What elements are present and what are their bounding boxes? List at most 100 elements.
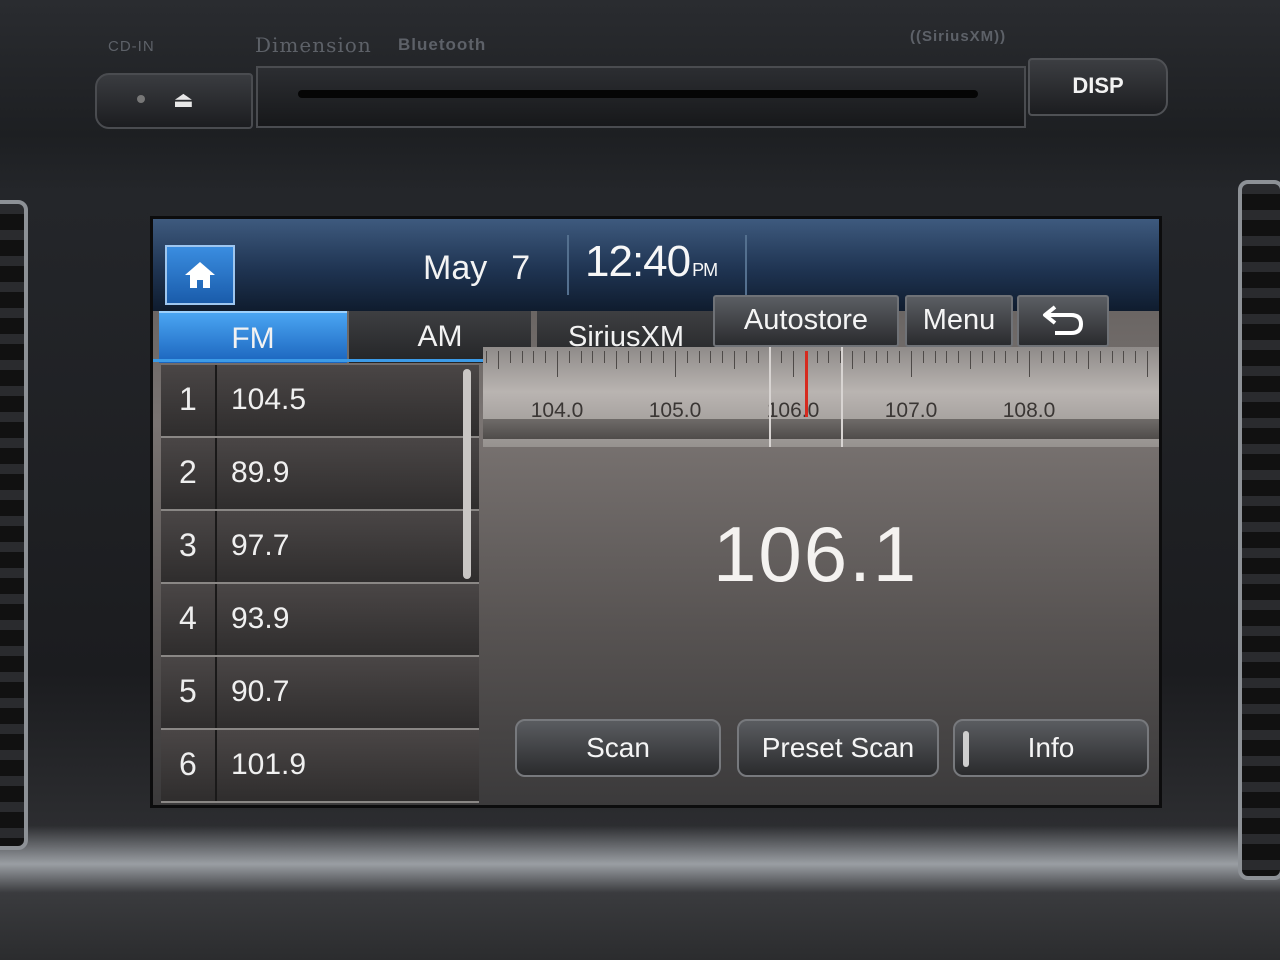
dial-tick (946, 351, 948, 363)
day: 7 (511, 249, 531, 287)
preset-5[interactable]: 5 90.7 (161, 657, 479, 730)
dial-tick (1099, 351, 1101, 363)
preset-frequency: 101.9 (231, 748, 307, 781)
dial-tick (993, 351, 995, 363)
dimension-logo: Dimension (255, 33, 372, 57)
info-button[interactable]: Info (953, 719, 1149, 777)
dial-tick (1029, 351, 1030, 377)
dial-label: 104.0 (530, 399, 584, 422)
current-frequency: 106.1 (713, 510, 919, 598)
preset-1[interactable]: 1 104.5 (161, 365, 479, 438)
tab-fm[interactable]: FM (159, 311, 347, 363)
preset-4[interactable]: 4 93.9 (161, 584, 479, 657)
dial-tick (545, 351, 547, 363)
divider (215, 730, 217, 801)
dial-tick (1017, 351, 1019, 363)
back-button[interactable] (1017, 295, 1109, 347)
preset-frequency: 89.9 (231, 456, 290, 489)
preset-frequency: 93.9 (231, 602, 290, 635)
indicator-dot (137, 95, 145, 103)
dial-tick (899, 351, 901, 363)
preset-frequency: 104.5 (231, 383, 307, 416)
menu-button[interactable]: Menu (905, 295, 1013, 347)
dial-tick (627, 351, 629, 363)
dial-tick (1123, 351, 1125, 363)
separator (567, 235, 569, 295)
preset-6[interactable]: 6 101.9 (161, 730, 479, 803)
dial-tick (1040, 351, 1042, 363)
cd-slit (298, 90, 978, 98)
cd-slot (256, 66, 1026, 128)
preset-2[interactable]: 2 89.9 (161, 438, 479, 511)
divider (215, 511, 217, 582)
preset-scan-button[interactable]: Preset Scan (737, 719, 939, 777)
separator (745, 235, 747, 295)
dial-tick (757, 351, 759, 363)
dial-tick (557, 351, 558, 377)
dial-tick (710, 351, 712, 363)
dial-tick (863, 351, 865, 363)
dial-tick (922, 351, 924, 363)
preset-number: 1 (179, 381, 197, 417)
dial-tick (592, 351, 594, 363)
air-vent-left (0, 200, 28, 850)
date-display: May 7 (423, 249, 530, 288)
clock: 12:40 PM (585, 237, 718, 287)
dial-label: 108.0 (1002, 399, 1056, 422)
back-arrow-icon (1043, 305, 1084, 335)
toggle-indicator (963, 731, 969, 767)
dial-tick (675, 351, 676, 377)
dial-tick (734, 351, 735, 369)
scan-button[interactable]: Scan (515, 719, 721, 777)
divider (215, 584, 217, 655)
dial-tick (981, 351, 983, 363)
dial-tick (745, 351, 747, 363)
siriusxm-logo: ((SiriusXM)) (910, 28, 1007, 45)
dial-tick (1052, 351, 1054, 363)
dial-tick (1088, 351, 1089, 369)
home-button[interactable] (165, 245, 235, 305)
infotainment-screen: May 7 12:40 PM FM AM SiriusXM Autostore Me… (150, 216, 1162, 808)
air-vent-right (1238, 180, 1280, 880)
dial-tick (698, 351, 700, 363)
dial-tick (486, 351, 488, 363)
time: 12:40 (585, 237, 691, 286)
dial-tick (521, 351, 523, 363)
preset-3[interactable]: 3 97.7 (161, 511, 479, 584)
autostore-button[interactable]: Autostore (713, 295, 899, 347)
tuning-dial[interactable]: 104.0 105.0 106.0 107.0 108.0 (483, 347, 1159, 447)
dial-tick (970, 351, 971, 369)
preset-scrollbar[interactable] (463, 369, 471, 579)
ampm: PM (692, 260, 718, 280)
home-icon (185, 262, 215, 288)
dial-label: 107.0 (884, 399, 938, 422)
dial-tick (604, 351, 606, 363)
eject-icon: ⏏ (173, 87, 194, 112)
preset-frequency: 97.7 (231, 529, 290, 562)
preset-frequency: 90.7 (231, 675, 290, 708)
dial-tick (498, 351, 499, 369)
dial-tick (1147, 351, 1148, 377)
preset-number: 2 (179, 454, 197, 490)
band-tabs: FM AM SiriusXM (159, 311, 715, 363)
preset-number: 5 (179, 673, 197, 709)
dial-tick (651, 351, 653, 363)
dial-tick (875, 351, 877, 363)
divider (215, 438, 217, 509)
dial-tick (1135, 351, 1137, 363)
preset-list: 1 104.5 2 89.9 3 97.7 4 93.9 5 90.7 6 10… (161, 365, 479, 805)
dial-tick (887, 351, 889, 363)
dial-tick (686, 351, 688, 363)
dial-tick (722, 351, 724, 363)
dial-tick (509, 351, 511, 363)
eject-button[interactable]: ⏏ (95, 73, 253, 129)
disp-button[interactable]: DISP (1028, 58, 1168, 116)
dial-tick (852, 351, 853, 369)
dial-tick (639, 351, 641, 363)
dial-tick (568, 351, 570, 363)
preset-number: 4 (179, 600, 197, 636)
divider (215, 657, 217, 728)
dial-tick (663, 351, 665, 363)
dial-tick (580, 351, 582, 363)
dial-tick (934, 351, 936, 363)
